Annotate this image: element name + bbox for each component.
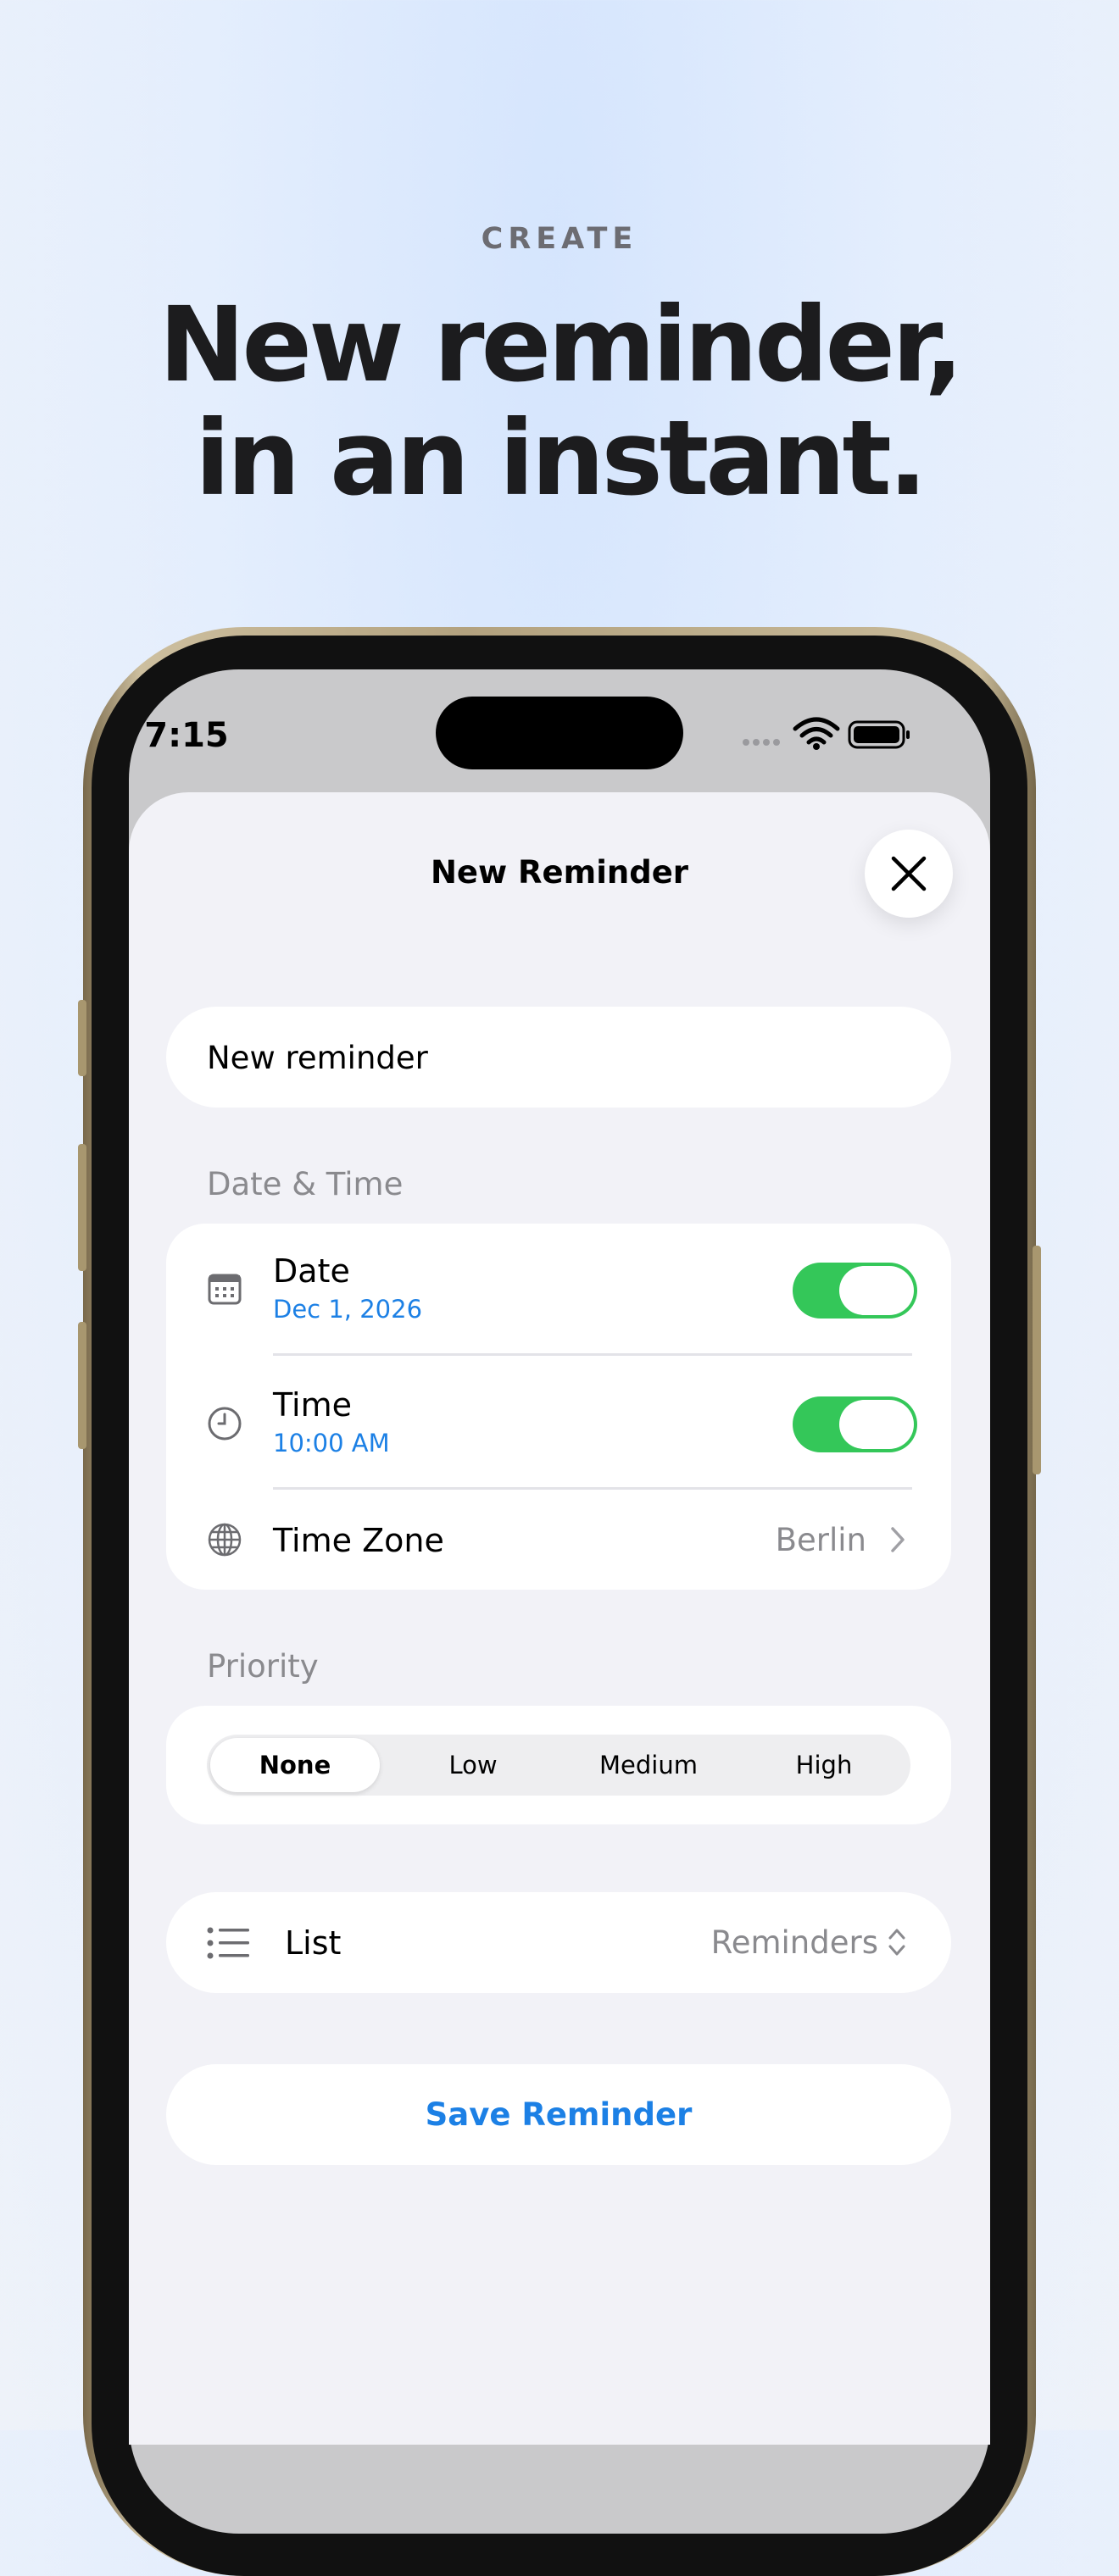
time-zone-label: Time Zone [273,1522,444,1559]
list-row[interactable]: List Reminders [166,1892,951,1993]
time-value[interactable]: 10:00 AM [273,1429,390,1457]
status-icons [739,712,917,754]
toggle-knob [839,1266,914,1315]
time-zone-row[interactable]: Time Zone Berlin [166,1490,951,1590]
status-time: 7:15 [144,716,229,755]
date-time-card: Date Dec 1, 2026 Time 10:00 AM Time Zone… [166,1224,951,1590]
eyebrow-label: CREATE [481,222,638,256]
priority-header: Priority [207,1648,319,1685]
priority-segmented-control[interactable]: None Low Medium High [207,1735,910,1796]
priority-option-low[interactable]: Low [388,1738,558,1792]
xmark-icon [891,856,927,891]
clock-icon [208,1407,242,1441]
wifi-icon [793,717,840,745]
priority-option-none[interactable]: None [210,1738,380,1792]
priority-option-high[interactable]: High [739,1738,909,1792]
date-toggle[interactable] [793,1263,917,1319]
headline-line-1: New reminder, [159,285,963,405]
date-label: Date [273,1252,350,1290]
divider [273,1353,912,1356]
list-bullet-icon [207,1927,249,1959]
date-row[interactable]: Date Dec 1, 2026 [166,1224,951,1357]
time-zone-value: Berlin [775,1522,866,1558]
chevron-right-icon [891,1527,905,1552]
date-time-header: Date & Time [207,1166,404,1202]
time-toggle[interactable] [793,1396,917,1452]
list-label: List [285,1924,342,1962]
volume-up-button [78,1144,86,1271]
cellular-signal-icon [743,739,780,746]
time-label: Time [273,1386,352,1424]
list-value[interactable]: Reminders [711,1924,878,1961]
reminder-title-input[interactable] [207,1032,902,1083]
power-button [1033,1246,1041,1474]
dynamic-island [436,697,683,769]
priority-option-medium[interactable]: Medium [564,1738,733,1792]
title-field[interactable] [166,1007,951,1108]
chevron-up-down-icon [888,1929,905,1956]
save-reminder-label: Save Reminder [425,2096,693,2133]
close-button[interactable] [865,830,953,918]
battery-icon [848,720,910,749]
priority-card: None Low Medium High [166,1706,951,1824]
calendar-icon [208,1274,242,1305]
volume-down-button [78,1322,86,1449]
save-reminder-button[interactable]: Save Reminder [166,2064,951,2165]
globe-icon [208,1523,242,1557]
action-button [78,1000,86,1076]
toggle-knob [839,1400,914,1449]
headline: New reminder, in an instant. [0,288,1119,515]
sheet-title: New Reminder [430,854,689,891]
time-row[interactable]: Time 10:00 AM [166,1357,951,1490]
date-value[interactable]: Dec 1, 2026 [273,1295,422,1324]
headline-line-2: in an instant. [194,398,927,519]
